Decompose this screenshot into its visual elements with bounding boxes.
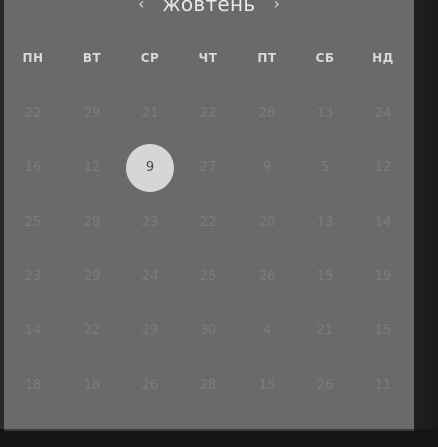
day-grid: 22 29 21 22 28 13 24 16 12 9 27 9 5 12 25 28 23 22 20 13 14 2… [4,0,414,429]
day-cell[interactable]: 24 [358,102,408,126]
calendar-panel: ‹ жовтень › ПН ВТ СР ЧТ ПТ СБ НД 22 29 21 2… [4,0,414,429]
day-cell[interactable]: 14 [358,211,408,235]
day-cell[interactable]: 22 [8,102,58,126]
day-cell[interactable]: 24 [125,265,175,289]
day-cell[interactable]: 13 [300,211,350,235]
day-cell[interactable]: 20 [242,211,292,235]
day-cell[interactable]: 16 [8,156,58,180]
day-cell[interactable]: 21 [125,102,175,126]
day-cell[interactable]: 9 [242,156,292,180]
day-cell[interactable]: 18 [8,374,58,398]
day-cell[interactable]: 12 [358,156,408,180]
day-cell[interactable]: 30 [183,319,233,343]
day-cell[interactable]: 21 [300,319,350,343]
day-cell[interactable]: 28 [67,211,117,235]
day-cell[interactable]: 23 [125,211,175,235]
day-cell[interactable]: 25 [183,265,233,289]
day-cell[interactable]: 26 [300,374,350,398]
day-cell[interactable]: 14 [8,319,58,343]
day-cell[interactable]: 29 [67,265,117,289]
day-cell[interactable]: 29 [67,102,117,126]
day-cell[interactable]: 27 [183,156,233,180]
day-cell[interactable]: 26 [242,265,292,289]
day-cell[interactable]: 11 [358,374,408,398]
day-cell[interactable]: 22 [67,319,117,343]
day-cell[interactable]: 4 [242,319,292,343]
day-cell[interactable]: 29 [125,319,175,343]
day-cell[interactable]: 26 [125,374,175,398]
day-cell[interactable]: 13 [300,102,350,126]
day-cell[interactable]: 15 [358,319,408,343]
day-cell-selected[interactable]: 9 [126,144,174,192]
day-cell[interactable]: 5 [300,156,350,180]
day-cell[interactable]: 12 [67,156,117,180]
day-cell[interactable]: 15 [242,374,292,398]
day-cell[interactable]: 15 [300,265,350,289]
day-cell[interactable]: 22 [183,102,233,126]
calendar-screen: ‹ жовтень › ПН ВТ СР ЧТ ПТ СБ НД 22 29 21 2… [0,0,438,447]
day-cell[interactable]: 23 [8,265,58,289]
day-cell[interactable]: 25 [8,211,58,235]
bottom-divider [4,429,414,431]
day-cell[interactable]: 22 [183,211,233,235]
right-border [414,0,438,431]
day-cell[interactable]: 18 [67,374,117,398]
day-cell[interactable]: 28 [183,374,233,398]
bottom-bar [0,429,438,447]
day-cell[interactable]: 28 [242,102,292,126]
day-cell[interactable]: 19 [358,265,408,289]
